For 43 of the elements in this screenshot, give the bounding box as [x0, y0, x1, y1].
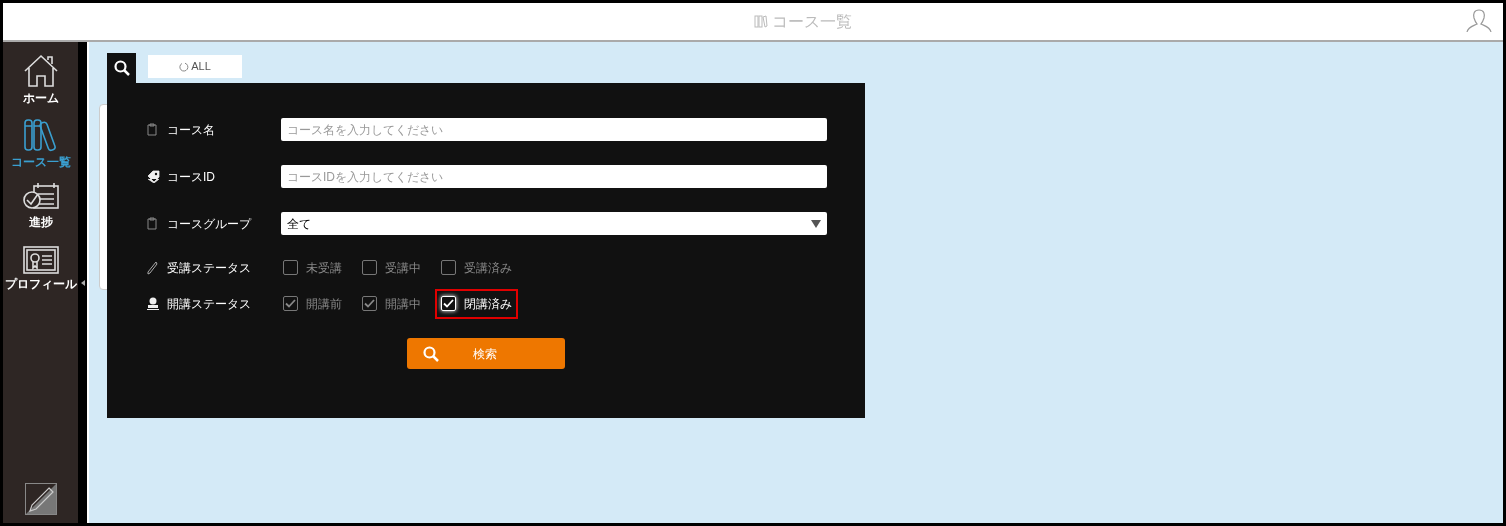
group-dropdown[interactable]: 全て — [281, 212, 827, 235]
search-icon — [423, 345, 439, 362]
sidebar-item[interactable]: プロフィール — [3, 246, 78, 310]
stamp-icon — [147, 297, 159, 310]
checkbox-option[interactable]: 開講中 — [356, 288, 427, 319]
checkbox-option[interactable]: 受講済み — [435, 252, 518, 283]
checkbox-option[interactable]: 閉講済み — [435, 288, 518, 319]
checkbox-option[interactable]: 受講中 — [356, 252, 427, 283]
checkbox[interactable] — [441, 260, 456, 275]
checkbox[interactable] — [283, 296, 298, 311]
certificate-icon — [22, 246, 59, 274]
sidebar-item[interactable]: 進捗 — [3, 182, 78, 246]
checkbox-option[interactable]: 開講前 — [277, 288, 348, 319]
pencil-icon — [147, 260, 158, 275]
clipboard-icon — [147, 217, 157, 230]
field-label: 開講ステータス — [167, 295, 252, 313]
field-label: 受講ステータス — [167, 259, 252, 277]
input-field[interactable]: コース名を入力してください — [281, 118, 827, 141]
books-icon — [22, 118, 59, 152]
house-icon — [22, 54, 59, 88]
tag-icon — [147, 170, 160, 183]
sidebar-item[interactable]: コース一覧 — [3, 118, 78, 182]
refresh-icon — [179, 61, 190, 72]
input-field[interactable]: コースIDを入力してください — [281, 165, 827, 188]
search-tab[interactable] — [107, 53, 136, 83]
checkbox[interactable] — [362, 260, 377, 275]
dropdown-arrow-icon — [811, 219, 821, 228]
all-button[interactable]: ALL — [148, 55, 242, 78]
calendar-check-icon — [21, 182, 60, 212]
field-label: コースID — [167, 168, 216, 186]
clipboard-icon — [147, 123, 157, 136]
sidebar-item[interactable]: ホーム — [3, 54, 78, 118]
collapse-arrow-icon[interactable] — [80, 279, 85, 286]
books-icon — [754, 15, 768, 28]
field-label: コースグループ — [167, 215, 253, 233]
checkbox-option[interactable]: 未受講 — [277, 252, 348, 283]
search-button[interactable]: 検索 — [407, 338, 565, 369]
checkbox[interactable] — [283, 260, 298, 275]
user-icon[interactable] — [1465, 8, 1493, 34]
checkbox[interactable] — [362, 296, 377, 311]
search-icon — [113, 60, 130, 76]
field-label: コース名 — [167, 121, 216, 139]
pencil-icon[interactable] — [24, 483, 57, 515]
